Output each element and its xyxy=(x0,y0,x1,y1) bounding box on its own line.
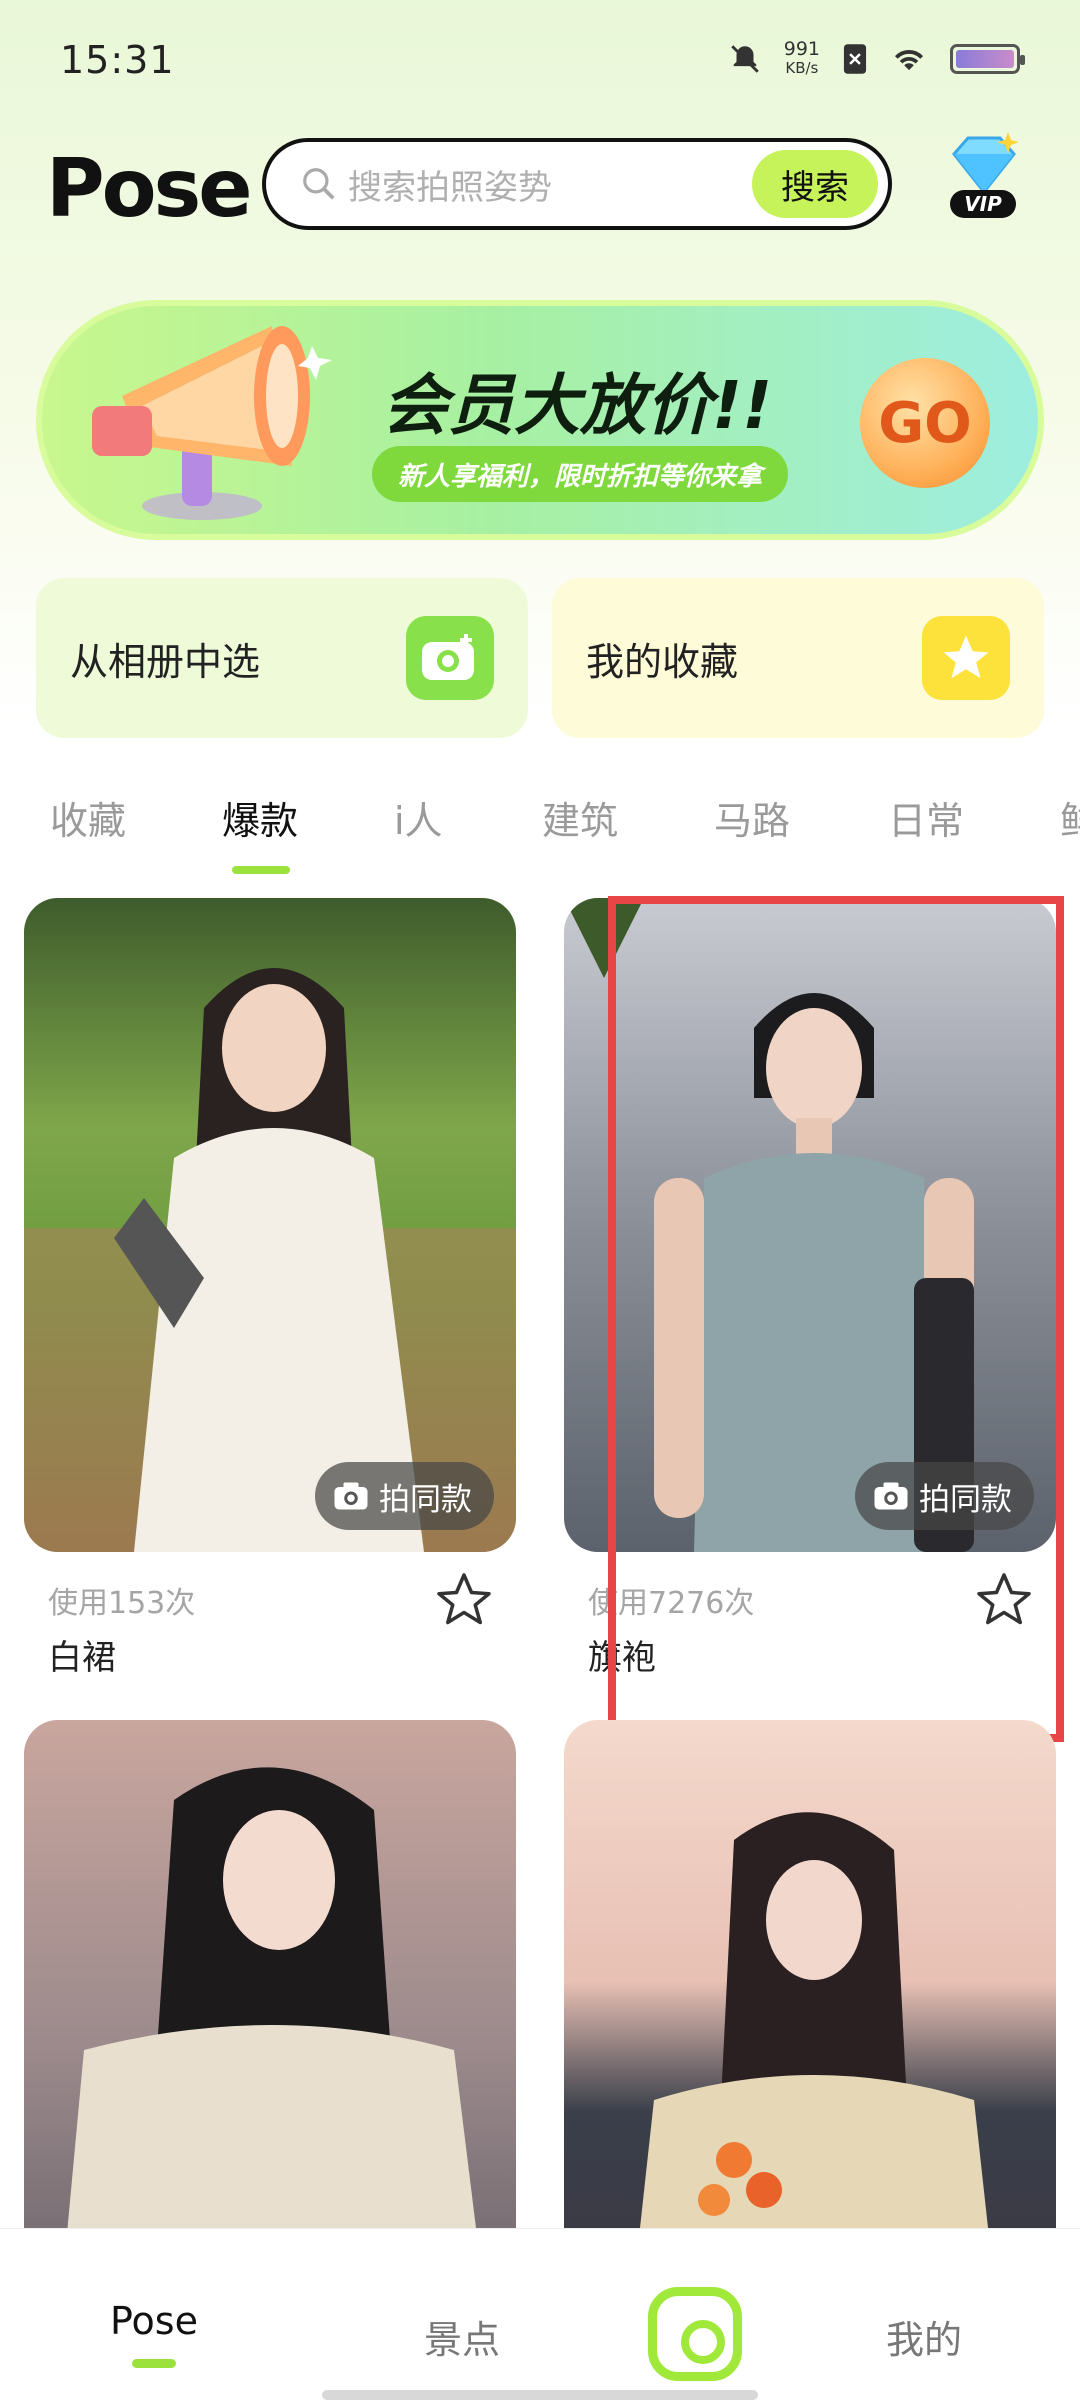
pose-photo[interactable]: 拍同款 xyxy=(564,898,1056,1552)
status-bar: 15:31 991 KB/s xyxy=(0,0,1080,130)
status-time: 15:31 xyxy=(60,38,175,82)
tab-daily[interactable]: 日常 xyxy=(888,790,964,845)
battery-icon xyxy=(950,44,1025,74)
camera-icon xyxy=(334,1482,368,1510)
category-tabs: 收藏 爆款 i人 建筑 马路 日常 鲜 xyxy=(0,790,1080,880)
status-icons: 991 KB/s xyxy=(728,40,1025,78)
camera-icon xyxy=(874,1482,908,1510)
bottom-nav: Pose 景点 我的 xyxy=(0,2228,1080,2408)
nav-scenic-spots[interactable]: 景点 xyxy=(424,2309,500,2364)
search-input[interactable]: 搜索拍照姿势 搜索 xyxy=(262,138,892,230)
shoot-same-label: 拍同款 xyxy=(379,1481,472,1518)
tab-fresh[interactable]: 鲜 xyxy=(1060,790,1080,845)
home-indicator[interactable] xyxy=(322,2390,758,2400)
usage-count: 使用153次 xyxy=(48,1586,196,1621)
shoot-same-label: 拍同款 xyxy=(919,1481,1012,1518)
membership-banner[interactable]: 会员大放价!! 新人享福利，限时折扣等你来拿 GO xyxy=(36,300,1044,540)
net-speed-value: 991 xyxy=(783,38,820,60)
star-icon xyxy=(922,616,1010,700)
my-favorites-label: 我的收藏 xyxy=(586,639,739,684)
app-logo: Pose xyxy=(46,142,252,235)
favorite-star-icon[interactable] xyxy=(974,1570,1034,1630)
tab-hot[interactable]: 爆款 xyxy=(222,790,298,845)
vip-label: VIP xyxy=(950,190,1016,218)
camera-plus-icon xyxy=(406,616,494,700)
nav-active-indicator xyxy=(132,2359,176,2368)
favorite-star-icon[interactable] xyxy=(434,1570,494,1630)
megaphone-icon xyxy=(92,326,332,520)
pose-title: 白裙 xyxy=(48,1638,116,1678)
sim-off-icon xyxy=(843,44,867,74)
search-icon xyxy=(303,168,335,200)
tab-favorites[interactable]: 收藏 xyxy=(50,790,126,845)
net-speed-unit: KB/s xyxy=(785,59,819,77)
search-placeholder: 搜索拍照姿势 xyxy=(348,167,552,208)
vip-button[interactable]: VIP xyxy=(944,130,1024,230)
pose-card[interactable]: 拍同款 使用7276次 旗袍 xyxy=(564,898,1056,1678)
tab-architecture[interactable]: 建筑 xyxy=(542,790,618,845)
pose-card[interactable]: 拍同款 使用153次 白裙 xyxy=(24,898,516,1678)
tab-introvert[interactable]: i人 xyxy=(394,790,443,845)
tab-active-indicator xyxy=(232,866,290,874)
header: Pose 搜索拍照姿势 搜索 VIP xyxy=(0,130,1080,260)
pose-title: 旗袍 xyxy=(588,1638,656,1678)
nav-pose[interactable]: Pose xyxy=(110,2299,198,2343)
search-button[interactable]: 搜索 xyxy=(752,150,878,218)
banner-title: 会员大放价!! xyxy=(382,367,773,444)
pose-photo[interactable]: 拍同款 xyxy=(24,898,516,1552)
my-favorites-card[interactable]: 我的收藏 xyxy=(552,578,1044,738)
nav-mine[interactable]: 我的 xyxy=(886,2309,962,2364)
net-speed: 991 KB/s xyxy=(784,40,820,78)
choose-from-album-label: 从相册中选 xyxy=(70,639,261,684)
usage-count: 使用7276次 xyxy=(588,1586,755,1621)
shoot-same-button[interactable]: 拍同款 xyxy=(315,1462,494,1530)
wifi-icon xyxy=(894,50,924,71)
shoot-same-button[interactable]: 拍同款 xyxy=(855,1462,1034,1530)
tab-road[interactable]: 马路 xyxy=(714,790,790,845)
banner-go-button[interactable]: GO xyxy=(860,358,990,488)
camera-icon[interactable] xyxy=(648,2287,742,2381)
banner-subtitle: 新人享福利，限时折扣等你来拿 xyxy=(372,446,789,502)
choose-from-album-card[interactable]: 从相册中选 xyxy=(36,578,528,738)
mute-bell-icon xyxy=(730,45,759,73)
